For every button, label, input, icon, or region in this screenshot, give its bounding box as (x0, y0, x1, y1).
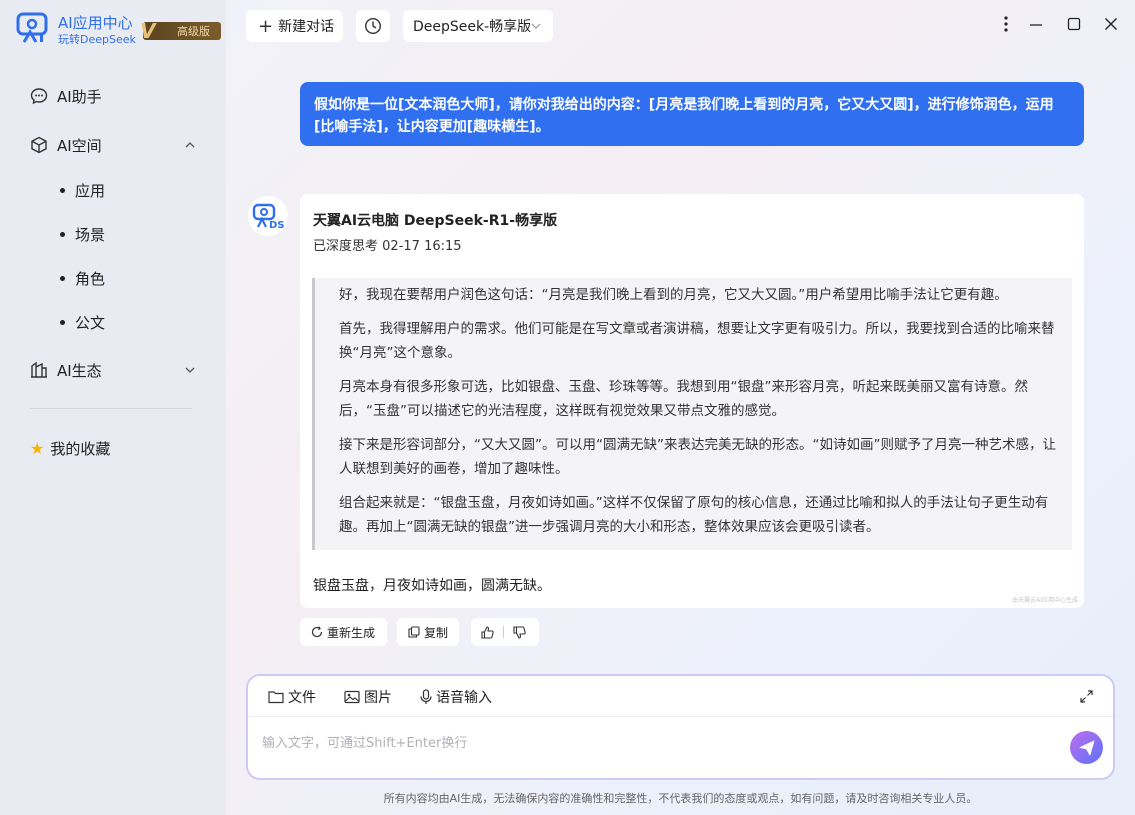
thinking-paragraph: 好，我现在要帮用户润色这句话：“月亮是我们晚上看到的月亮，它又大又圆。”用户希望… (339, 287, 1008, 303)
chevron-down-icon (185, 367, 195, 373)
history-button[interactable] (356, 10, 390, 42)
maximize-button[interactable] (1064, 14, 1084, 34)
star-icon: ★ (30, 438, 45, 458)
copy-label: 复制 (424, 625, 449, 640)
sidebar-subitem-roles[interactable]: 角色 (60, 268, 105, 288)
minimize-icon (1030, 24, 1042, 26)
thumbs-down-icon (513, 625, 526, 639)
folder-icon (268, 690, 284, 704)
attach-file-label: 文件 (288, 690, 316, 706)
cube-icon (30, 136, 48, 154)
sidebar-item-label: AI生态 (57, 361, 102, 380)
copy-icon (408, 626, 420, 638)
sidebar-subitem-label: 场景 (75, 225, 106, 244)
sidebar-subitem-scenes[interactable]: 场景 (60, 224, 105, 244)
thinking-process: 好，我现在要帮用户润色这句话：“月亮是我们晚上看到的月亮，它又大又圆。”用户希望… (312, 278, 1072, 550)
chevron-up-icon (185, 142, 195, 148)
message-composer: 文件 图片 语音输入 (246, 674, 1115, 780)
user-message: 假如你是一位[文本润色大师]，请你对我给出的内容：[月亮是我们晚上看到的月亮，它… (300, 82, 1084, 146)
image-icon (344, 690, 360, 704)
close-button[interactable] (1101, 14, 1121, 34)
refresh-icon (311, 626, 323, 638)
app-logo[interactable]: AI应用中心 玩转DeepSeek V 高级版 (16, 12, 221, 46)
microphone-icon (420, 689, 432, 705)
plus-icon: + (258, 15, 274, 37)
more-menu-button[interactable] (996, 14, 1016, 34)
bullet-dot (60, 275, 65, 281)
bot-name: 天翼AI云电脑 DeepSeek-R1-畅享版 (313, 213, 558, 229)
sidebar-item-label: AI助手 (57, 87, 102, 106)
close-icon (1105, 18, 1117, 30)
sidebar-item-favorites[interactable]: ★ 我的收藏 (30, 437, 110, 459)
regenerate-label: 重新生成 (327, 625, 376, 640)
main-area: + 新建对话 DeepSeek-畅享版 假如你是一位[文本润色大师]，请你对我给… (226, 0, 1135, 815)
ai-watermark: 由天翼云AI应用中心生成 (1012, 597, 1078, 604)
bot-response-card: 天翼AI云电脑 DeepSeek-R1-畅享版 已深度思考 02-17 16:1… (300, 194, 1084, 608)
final-answer: 银盘玉盘，月夜如诗如画，圆满无缺。 (313, 578, 551, 594)
sidebar-subitem-label: 角色 (75, 269, 106, 288)
sidebar-subitem-apps[interactable]: 应用 (60, 180, 105, 200)
sidebar-subitem-documents[interactable]: 公文 (60, 312, 105, 332)
pro-badge-label: 高级版 (177, 25, 210, 38)
sidebar-subitem-label: 公文 (75, 313, 106, 332)
app-title: AI应用中心 (58, 14, 133, 32)
thinking-paragraph: 首先，我得理解用户的需求。他们可能是在写文章或者演讲稿，想要让文字更有吸引力。所… (339, 321, 1055, 361)
bullet-dot (60, 319, 65, 325)
thinking-paragraph: 接下来是形容词部分，“又大又圆”。可以用“圆满无缺”来表达完美无缺的形态。“如诗… (339, 437, 1056, 477)
sidebar-item-label: 我的收藏 (50, 439, 111, 458)
topbar: + 新建对话 DeepSeek-畅享版 (226, 0, 1135, 50)
app-subtitle: 玩转DeepSeek (58, 33, 136, 46)
voice-input-label: 语音输入 (436, 690, 492, 706)
model-select-value: DeepSeek-畅享版 (413, 19, 532, 35)
deepseek-logo-icon: DS (252, 203, 284, 229)
building-icon (30, 361, 48, 379)
send-button[interactable] (1070, 731, 1103, 764)
bullet-dot (60, 187, 65, 193)
sidebar-divider (30, 408, 192, 409)
attach-image-label: 图片 (364, 690, 392, 706)
expand-icon[interactable] (1080, 688, 1093, 707)
more-vertical-icon (1004, 16, 1008, 32)
feedback-group (471, 618, 539, 646)
sidebar-subitem-label: 应用 (75, 181, 106, 200)
sidebar-item-assistant[interactable]: AI助手 (30, 85, 102, 107)
chevron-down-icon (531, 23, 541, 29)
thumbs-up-button[interactable] (481, 625, 494, 639)
attach-file-button[interactable]: 文件 (268, 687, 316, 707)
pro-badge: V 高级版 (140, 19, 221, 43)
bot-avatar: DS (248, 196, 288, 236)
sidebar: AI应用中心 玩转DeepSeek V 高级版 AI助手 AI空间 应用 场景 … (0, 0, 226, 815)
thinking-paragraph: 月亮本身有很多形象可选，比如银盘、玉盘、珍珠等等。我想到用“银盘”来形容月亮，听… (339, 379, 1028, 419)
sidebar-item-label: AI空间 (57, 136, 102, 155)
thinking-paragraph: 组合起来就是：“银盘玉盘，月夜如诗如画。”这样不仅保留了原句的核心信息，还通过比… (339, 495, 1049, 535)
svg-text:DS: DS (269, 220, 284, 229)
maximize-icon (1067, 17, 1081, 31)
vip-mark: V (140, 19, 156, 43)
copy-button[interactable]: 复制 (397, 618, 459, 646)
chat-bubble-icon (30, 87, 48, 105)
composer-toolbar: 文件 图片 语音输入 (248, 676, 1113, 717)
minimize-button[interactable] (1026, 14, 1046, 34)
regenerate-button[interactable]: 重新生成 (300, 618, 387, 646)
send-icon (1079, 740, 1094, 755)
sidebar-item-ecosystem[interactable]: AI生态 (30, 359, 196, 381)
attach-image-button[interactable]: 图片 (344, 687, 392, 707)
voice-input-button[interactable]: 语音输入 (420, 687, 492, 707)
vote-divider (503, 626, 504, 638)
bullet-dot (60, 231, 65, 237)
disclaimer: 所有内容均由AI生成，无法确保内容的准确性和完整性，不代表我们的态度或观点，如有… (383, 792, 978, 805)
new-chat-label: 新建对话 (278, 19, 335, 35)
thumbs-up-icon (481, 625, 494, 639)
model-select[interactable]: DeepSeek-畅享版 (403, 10, 553, 42)
app-logo-icon (16, 12, 48, 43)
new-chat-button[interactable]: + 新建对话 (246, 10, 343, 42)
bot-meta: 已深度思考 02-17 16:15 (313, 235, 462, 254)
message-input[interactable] (262, 728, 1042, 758)
thinking-status: 已深度思考 (313, 239, 379, 254)
clock-icon (364, 17, 382, 35)
message-timestamp: 02-17 16:15 (382, 239, 462, 254)
thumbs-down-button[interactable] (513, 625, 526, 639)
sidebar-item-space[interactable]: AI空间 (30, 134, 196, 156)
